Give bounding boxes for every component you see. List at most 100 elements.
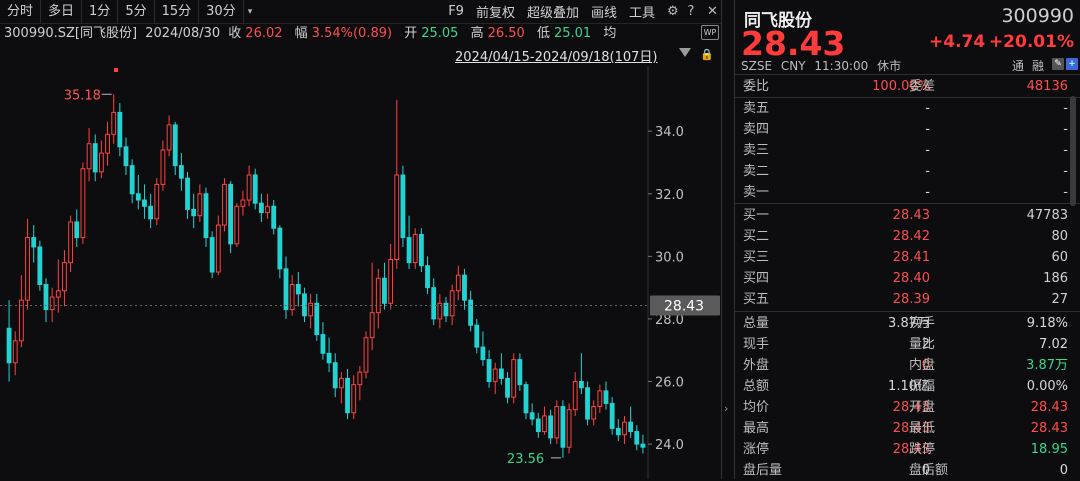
candle-body[interactable]	[12, 340, 18, 364]
candle-body[interactable]	[172, 124, 178, 167]
candle-body[interactable]	[86, 143, 92, 170]
candle-body[interactable]	[185, 177, 190, 210]
candle-body[interactable]	[252, 174, 258, 204]
candle-body[interactable]	[400, 174, 406, 239]
candle-body[interactable]	[80, 168, 86, 239]
candle-body[interactable]	[295, 284, 301, 295]
candle-body[interactable]	[345, 377, 350, 414]
candle-body[interactable]	[209, 237, 215, 273]
candle-body[interactable]	[511, 359, 517, 398]
help-icon[interactable]: ?	[681, 4, 701, 19]
candle-body[interactable]	[68, 221, 74, 264]
candle-body[interactable]	[615, 427, 621, 436]
candle-body[interactable]	[554, 406, 560, 439]
candle-body[interactable]	[480, 346, 486, 361]
period-tab-1[interactable]: 多日	[41, 0, 83, 24]
candle-body[interactable]	[382, 277, 387, 304]
candle-body[interactable]	[628, 421, 634, 433]
candle-body[interactable]	[474, 324, 480, 348]
candle-body[interactable]	[394, 174, 400, 260]
candle-body[interactable]	[412, 233, 418, 264]
candle-body[interactable]	[535, 418, 541, 433]
candle-body[interactable]	[37, 246, 43, 286]
candle-body[interactable]	[375, 277, 381, 314]
candle-body[interactable]	[98, 152, 104, 173]
candle-body[interactable]	[363, 337, 369, 373]
candle-body[interactable]	[320, 334, 326, 354]
adjust-button[interactable]: 前复权	[470, 2, 521, 21]
candle-body[interactable]	[31, 237, 37, 248]
candle-body[interactable]	[332, 362, 338, 389]
candle-body[interactable]	[542, 415, 547, 433]
candle-body[interactable]	[148, 205, 154, 220]
candle-body[interactable]	[492, 368, 498, 383]
candle-body[interactable]	[49, 296, 55, 311]
candle-body[interactable]	[640, 443, 646, 448]
range-dropdown-icon[interactable]	[679, 48, 691, 57]
bid-row[interactable]: 买三 28.41 60	[735, 247, 1080, 268]
candle-body[interactable]	[55, 290, 61, 298]
candle-body[interactable]	[455, 274, 461, 292]
candle-body[interactable]	[135, 193, 141, 201]
candle-body[interactable]	[357, 371, 363, 386]
candle-body[interactable]	[560, 406, 566, 448]
candle-body[interactable]	[92, 143, 98, 173]
candle-body[interactable]	[197, 193, 203, 217]
period-tab-2[interactable]: 1分	[82, 0, 119, 24]
candle-body[interactable]	[548, 415, 554, 439]
candle-body[interactable]	[142, 199, 147, 207]
edit-icon[interactable]: ✎	[1052, 58, 1064, 70]
candle-body[interactable]	[517, 359, 523, 386]
candle-body[interactable]	[468, 299, 474, 326]
candle-body[interactable]	[603, 390, 609, 404]
candle-body[interactable]	[203, 193, 209, 239]
candle-body[interactable]	[302, 293, 307, 317]
candle-body[interactable]	[191, 208, 197, 217]
candle-body[interactable]	[222, 183, 227, 226]
candle-body[interactable]	[351, 384, 357, 414]
ask-row[interactable]: 卖三 - -	[735, 140, 1080, 161]
candle-body[interactable]	[418, 233, 424, 267]
candle-body[interactable]	[240, 199, 246, 207]
candle-body[interactable]	[258, 202, 264, 214]
lock-icon[interactable]: 🔒	[700, 48, 714, 61]
candle-body[interactable]	[622, 421, 627, 436]
collapse-arrow-icon[interactable]: ›	[724, 402, 728, 415]
candle-body[interactable]	[25, 237, 30, 301]
candle-body[interactable]	[271, 205, 277, 229]
ask-row[interactable]: 卖四 - -	[735, 119, 1080, 140]
add-icon[interactable]: +	[1066, 58, 1078, 70]
candle-body[interactable]	[314, 302, 320, 336]
candle-body[interactable]	[406, 237, 412, 264]
candle-body[interactable]	[369, 312, 375, 339]
candle-body[interactable]	[277, 227, 283, 270]
candle-body[interactable]	[597, 390, 603, 408]
candle-body[interactable]	[431, 287, 437, 320]
draw-button[interactable]: 画线	[585, 2, 623, 21]
wp-badge[interactable]: WP	[701, 25, 719, 40]
candle-body[interactable]	[129, 165, 135, 195]
candle-body[interactable]	[326, 352, 332, 364]
candle-body[interactable]	[591, 406, 597, 420]
candle-body[interactable]	[505, 377, 510, 398]
candle-body[interactable]	[265, 205, 270, 214]
candle-body[interactable]	[425, 265, 430, 289]
candle-body[interactable]	[228, 183, 234, 245]
candle-body[interactable]	[338, 377, 344, 389]
ask-row[interactable]: 卖五 - -	[735, 98, 1080, 119]
tools-button[interactable]: 工具	[623, 2, 661, 21]
date-range-link[interactable]: 2024/04/15-2024/09/18(107日)	[455, 46, 658, 65]
candle-body[interactable]	[154, 183, 160, 220]
candle-body[interactable]	[18, 299, 24, 342]
candle-body[interactable]	[178, 165, 184, 179]
candle-body[interactable]	[529, 412, 535, 420]
candle-body[interactable]	[523, 384, 529, 414]
candle-body[interactable]	[578, 381, 584, 389]
candle-body[interactable]	[160, 149, 166, 185]
candle-body[interactable]	[609, 402, 615, 429]
candlestick-chart[interactable]: 34.032.030.028.026.024.028.4335.1823.56	[0, 66, 721, 479]
overlay-button[interactable]: 超级叠加	[521, 2, 585, 21]
candle-body[interactable]	[246, 174, 252, 201]
candle-body[interactable]	[105, 133, 110, 154]
candle-body[interactable]	[62, 262, 67, 292]
